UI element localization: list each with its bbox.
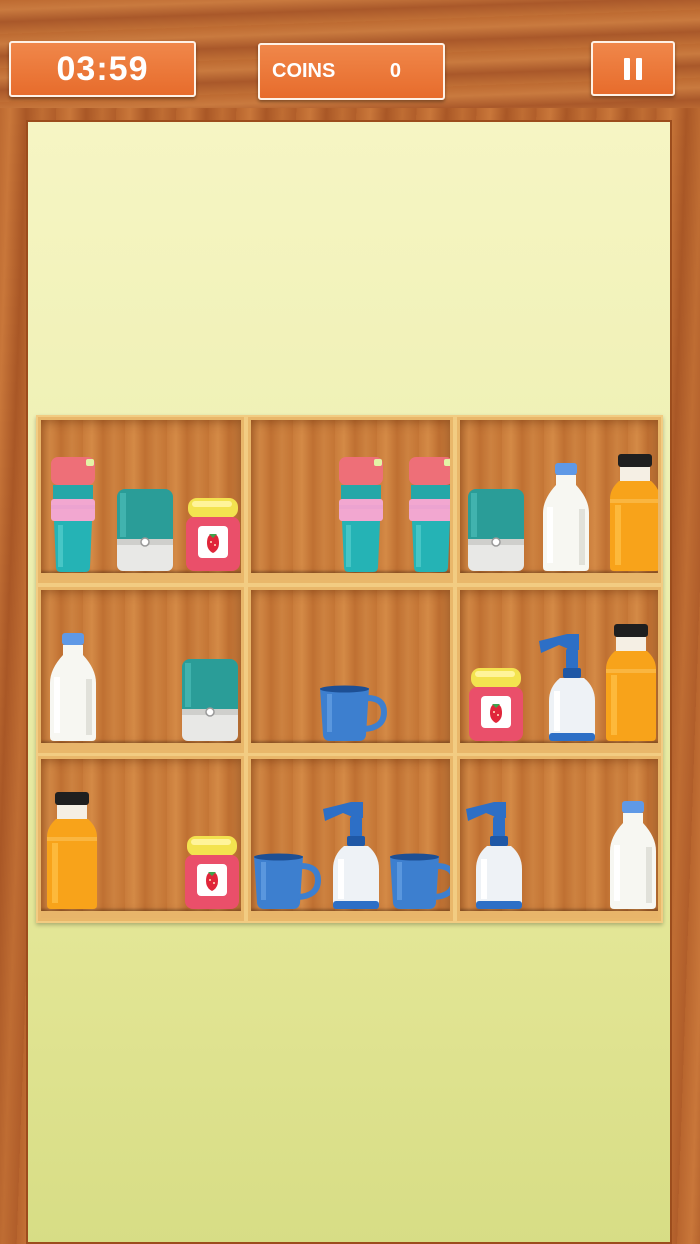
- orange-juice-bottle[interactable]: [604, 623, 658, 743]
- shelf-grid: [36, 415, 663, 923]
- shelf-cell-1[interactable]: [38, 417, 244, 583]
- timer-display: 03:59: [9, 41, 196, 97]
- orange-juice-bottle[interactable]: [608, 453, 658, 573]
- shelf-cell-6[interactable]: [457, 587, 661, 753]
- blue-mug[interactable]: [251, 853, 322, 911]
- coins-label: COINS: [272, 60, 336, 82]
- thermos-cup[interactable]: [406, 455, 450, 573]
- spray-bottle[interactable]: [464, 799, 524, 911]
- milk-bottle[interactable]: [608, 799, 658, 911]
- orange-juice-bottle[interactable]: [45, 791, 99, 911]
- teal-tin-can[interactable]: [181, 657, 239, 743]
- thermos-cup[interactable]: [48, 455, 98, 573]
- shelf-cell-9[interactable]: [457, 756, 661, 921]
- strawberry-jam-jar[interactable]: [183, 835, 241, 911]
- shelf-cell-8[interactable]: [248, 756, 453, 921]
- thermos-cup[interactable]: [336, 455, 386, 573]
- shelf-cell-3[interactable]: [457, 417, 661, 583]
- spray-bottle[interactable]: [321, 799, 381, 911]
- milk-bottle[interactable]: [541, 461, 591, 573]
- teal-tin-can[interactable]: [467, 487, 525, 573]
- strawberry-jam-jar[interactable]: [184, 497, 241, 573]
- blue-mug[interactable]: [317, 685, 388, 743]
- strawberry-jam-jar[interactable]: [467, 667, 525, 743]
- coins-display: COINS 0: [258, 43, 445, 100]
- shelf-cell-5[interactable]: [248, 587, 453, 753]
- blue-mug[interactable]: [387, 853, 450, 911]
- pause-icon: [624, 57, 642, 80]
- shelf-cell-2[interactable]: [248, 417, 453, 583]
- spray-bottle[interactable]: [537, 631, 597, 743]
- milk-bottle[interactable]: [48, 631, 98, 743]
- teal-tin-can[interactable]: [116, 487, 174, 573]
- coins-value: 0: [389, 60, 401, 82]
- shelf-cell-4[interactable]: [38, 587, 244, 753]
- timer-text: 03:59: [56, 49, 149, 88]
- shelf-cell-7[interactable]: [38, 756, 244, 921]
- pause-button[interactable]: [591, 41, 675, 96]
